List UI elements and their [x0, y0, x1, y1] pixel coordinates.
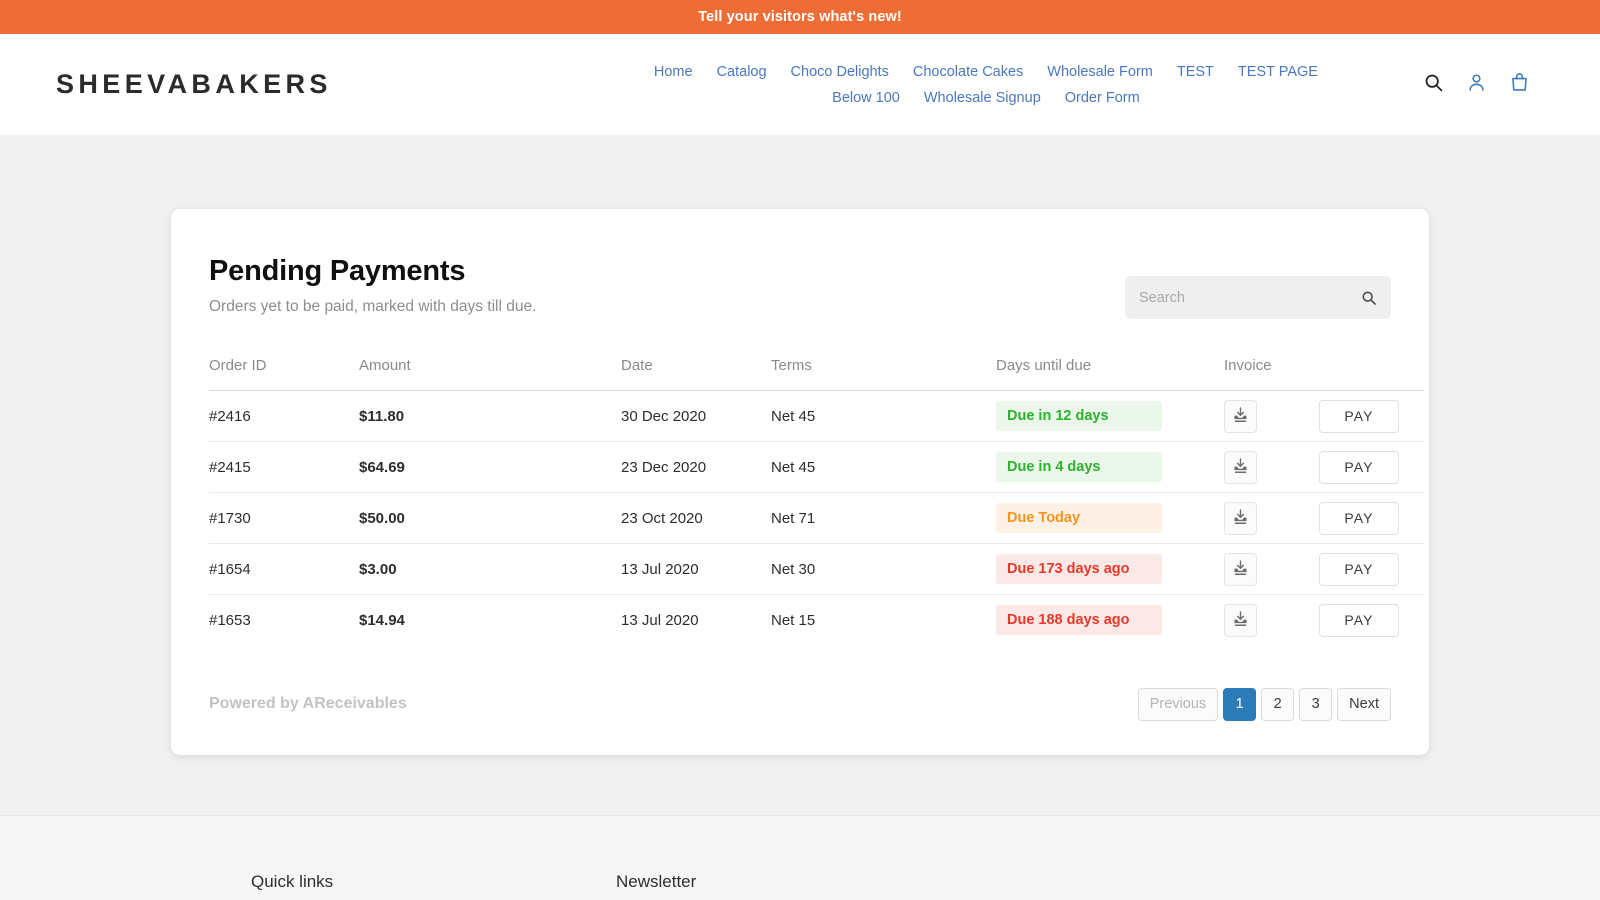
- pay-button[interactable]: PAY: [1319, 502, 1399, 535]
- status-badge: Due 188 days ago: [996, 605, 1162, 635]
- card-heading-group: Pending Payments Orders yet to be paid, …: [209, 254, 536, 316]
- cell-date: 23 Dec 2020: [621, 459, 706, 476]
- header-icon-group: [1423, 72, 1530, 98]
- nav-link-order-form[interactable]: Order Form: [1053, 89, 1152, 107]
- pending-payments-card: Pending Payments Orders yet to be paid, …: [171, 209, 1429, 755]
- main-navigation: Home Catalog Choco Delights Chocolate Ca…: [332, 63, 1570, 107]
- account-icon[interactable]: [1466, 72, 1487, 98]
- cell-order-id: #2416: [209, 408, 251, 425]
- cell-date: 13 Jul 2020: [621, 612, 699, 629]
- status-badge: Due 173 days ago: [996, 554, 1162, 584]
- cell-terms: Net 45: [771, 408, 815, 425]
- cell-order-id: #1730: [209, 510, 251, 527]
- cell-order-id: #1653: [209, 612, 251, 629]
- search-icon[interactable]: [1423, 72, 1444, 98]
- payments-table-body: #2416 $11.80 30 Dec 2020 Net 45 Due in 12 da…: [209, 391, 1424, 646]
- pagination-page-1[interactable]: 1: [1223, 688, 1256, 721]
- search-submit-icon[interactable]: [1361, 290, 1377, 306]
- nav-link-choco-delights[interactable]: Choco Delights: [779, 63, 901, 81]
- pagination-next-button[interactable]: Next: [1337, 688, 1391, 721]
- announcement-text: Tell your visitors what's new!: [698, 9, 902, 25]
- powered-by-label: Powered by AReceivables: [209, 695, 407, 713]
- cell-amount: $3.00: [359, 561, 397, 578]
- cell-order-id: #2415: [209, 459, 251, 476]
- nav-link-chocolate-cakes[interactable]: Chocolate Cakes: [901, 63, 1035, 81]
- page-subtitle: Orders yet to be paid, marked with days …: [209, 298, 536, 316]
- download-invoice-button[interactable]: [1224, 502, 1257, 535]
- download-invoice-button[interactable]: [1224, 604, 1257, 637]
- status-badge: Due in 4 days: [996, 452, 1162, 482]
- column-header-amount: Amount: [359, 357, 621, 391]
- cell-terms: Net 71: [771, 510, 815, 527]
- download-invoice-button[interactable]: [1224, 553, 1257, 586]
- column-header-days-until-due: Days until due: [996, 357, 1224, 391]
- pay-button[interactable]: PAY: [1319, 553, 1399, 586]
- download-invoice-button[interactable]: [1224, 400, 1257, 433]
- cart-bag-icon[interactable]: [1509, 72, 1530, 98]
- pay-button[interactable]: PAY: [1319, 604, 1399, 637]
- cell-amount: $64.69: [359, 459, 405, 476]
- cell-terms: Net 45: [771, 459, 815, 476]
- nav-row-primary: Home Catalog Choco Delights Chocolate Ca…: [642, 63, 1330, 81]
- cell-date: 30 Dec 2020: [621, 408, 706, 425]
- table-row: #1653 $14.94 13 Jul 2020 Net 15 Due 188 days…: [209, 595, 1424, 646]
- download-icon: [1232, 508, 1249, 528]
- pagination: Previous 1 2 3 Next: [1138, 688, 1391, 721]
- download-icon: [1232, 457, 1249, 477]
- cell-order-id: #1654: [209, 561, 251, 578]
- page-body: Pending Payments Orders yet to be paid, …: [0, 135, 1600, 815]
- footer-quick-links-column: Quick links: [56, 872, 616, 900]
- column-header-invoice: Invoice: [1224, 357, 1319, 391]
- pay-button[interactable]: PAY: [1319, 451, 1399, 484]
- page-title: Pending Payments: [209, 254, 536, 289]
- nav-link-below-100[interactable]: Below 100: [820, 89, 912, 107]
- cell-amount: $14.94: [359, 612, 405, 629]
- nav-link-test[interactable]: TEST: [1165, 63, 1226, 81]
- cell-date: 13 Jul 2020: [621, 561, 699, 578]
- footer-newsletter-column: Newsletter: [616, 872, 696, 900]
- status-badge: Due in 12 days: [996, 401, 1162, 431]
- cell-terms: Net 15: [771, 612, 815, 629]
- site-logo[interactable]: SHEEVABAKERS: [56, 69, 332, 100]
- cell-amount: $11.80: [359, 408, 404, 425]
- nav-link-wholesale-signup[interactable]: Wholesale Signup: [912, 89, 1053, 107]
- pagination-page-3[interactable]: 3: [1299, 688, 1332, 721]
- table-row: #1730 $50.00 23 Oct 2020 Net 71 Due Today PAY: [209, 493, 1424, 544]
- site-footer: Quick links Newsletter: [0, 815, 1600, 900]
- column-header-order-id: Order ID: [209, 357, 359, 391]
- download-icon: [1232, 406, 1249, 426]
- footer-newsletter-title: Newsletter: [616, 872, 696, 892]
- announcement-bar: Tell your visitors what's new!: [0, 0, 1600, 34]
- table-row: #2415 $64.69 23 Dec 2020 Net 45 Due in 4 day…: [209, 442, 1424, 493]
- column-header-date: Date: [621, 357, 771, 391]
- cell-amount: $50.00: [359, 510, 405, 527]
- nav-row-secondary: Below 100 Wholesale Signup Order Form: [820, 89, 1152, 107]
- column-header-terms: Terms: [771, 357, 996, 391]
- search-input[interactable]: [1139, 290, 1361, 306]
- search-box[interactable]: [1125, 276, 1391, 319]
- download-invoice-button[interactable]: [1224, 451, 1257, 484]
- download-icon: [1232, 610, 1249, 630]
- card-header: Pending Payments Orders yet to be paid, …: [209, 254, 1391, 319]
- column-header-actions: [1319, 357, 1424, 391]
- table-header-row: Order ID Amount Date Terms Days until du…: [209, 357, 1424, 391]
- nav-link-catalog[interactable]: Catalog: [705, 63, 779, 81]
- payments-table: Order ID Amount Date Terms Days until du…: [209, 357, 1424, 646]
- download-icon: [1232, 559, 1249, 579]
- nav-link-wholesale-form[interactable]: Wholesale Form: [1035, 63, 1165, 81]
- footer-quick-links-title: Quick links: [251, 872, 616, 892]
- site-header: SHEEVABAKERS Home Catalog Choco Delights…: [0, 34, 1600, 135]
- pagination-page-2[interactable]: 2: [1261, 688, 1294, 721]
- cell-terms: Net 30: [771, 561, 815, 578]
- nav-link-test-page[interactable]: TEST PAGE: [1226, 63, 1330, 81]
- nav-link-home[interactable]: Home: [642, 63, 705, 81]
- table-row: #1654 $3.00 13 Jul 2020 Net 30 Due 173 days …: [209, 544, 1424, 595]
- pagination-previous-button[interactable]: Previous: [1138, 688, 1218, 721]
- table-row: #2416 $11.80 30 Dec 2020 Net 45 Due in 12 da…: [209, 391, 1424, 442]
- card-footer: Powered by AReceivables Previous 1 2 3 N…: [209, 688, 1391, 721]
- cell-date: 23 Oct 2020: [621, 510, 703, 527]
- pay-button[interactable]: PAY: [1319, 400, 1399, 433]
- status-badge: Due Today: [996, 503, 1162, 533]
- payments-table-head: Order ID Amount Date Terms Days until du…: [209, 357, 1424, 391]
